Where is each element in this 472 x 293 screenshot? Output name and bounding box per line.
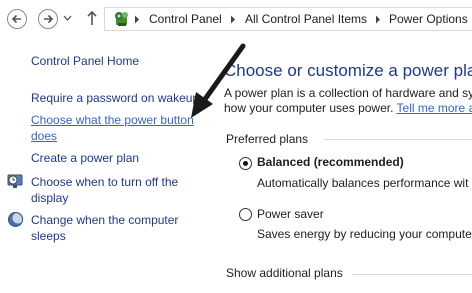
- radio-selected-dot: [243, 161, 248, 166]
- breadcrumb-separator-icon: [231, 15, 235, 24]
- control-panel-icon: [115, 12, 128, 26]
- chevron-down-icon[interactable]: [63, 14, 72, 22]
- section-divider: [324, 139, 472, 140]
- control-panel-home-link[interactable]: Control Panel Home: [31, 53, 139, 69]
- forward-button[interactable]: [38, 9, 58, 29]
- description-text: how your computer uses power.: [224, 101, 394, 115]
- show-additional-plans-toggle[interactable]: Show additional plans: [226, 266, 343, 280]
- forward-arrow-icon: [44, 14, 54, 24]
- clock-monitor-icon: [7, 174, 23, 188]
- up-arrow-icon[interactable]: [86, 10, 98, 26]
- breadcrumb-all-items[interactable]: All Control Panel Items: [245, 12, 367, 26]
- balanced-plan-name[interactable]: Balanced (recommended): [257, 155, 404, 169]
- balanced-radio[interactable]: [239, 157, 252, 170]
- breadcrumb-power-options[interactable]: Power Options: [389, 12, 468, 26]
- back-button[interactable]: [7, 9, 27, 29]
- preferred-plans-heading: Preferred plans: [226, 132, 309, 146]
- change-sleep-link[interactable]: Change when the computer: [31, 212, 178, 228]
- address-field[interactable]: Control Panel All Control Panel Items Po…: [104, 7, 472, 31]
- turn-off-display-link[interactable]: Choose when to turn off the: [31, 174, 178, 190]
- page-title: Choose or customize a power plan: [224, 61, 472, 80]
- power-saver-radio[interactable]: [239, 208, 252, 221]
- moon-sleep-icon: [8, 212, 24, 227]
- breadcrumb-control-panel[interactable]: Control Panel: [149, 12, 222, 26]
- create-power-plan-link[interactable]: Create a power plan: [31, 150, 139, 166]
- require-password-link[interactable]: Require a password on wakeup: [31, 90, 199, 106]
- description-line-1: A power plan is a collection of hardware…: [224, 86, 472, 100]
- main-content: Choose or customize a power plan A power…: [214, 38, 472, 293]
- additional-plans-divider: [352, 274, 472, 275]
- left-task-pane: Control Panel Home Require a password on…: [0, 38, 214, 293]
- breadcrumb-separator-icon: [376, 15, 380, 24]
- breadcrumb-separator-icon: [135, 15, 139, 24]
- turn-off-display-link-line2[interactable]: display: [31, 190, 68, 206]
- power-saver-plan-description: Saves energy by reducing your computer: [257, 227, 472, 241]
- back-arrow-icon: [11, 14, 21, 24]
- navigation-bar: Control Panel All Control Panel Items Po…: [0, 0, 472, 38]
- change-sleep-link-line2[interactable]: sleeps: [31, 228, 66, 244]
- power-saver-plan-name[interactable]: Power saver: [257, 207, 324, 221]
- power-button-link[interactable]: Choose what the power button: [31, 112, 194, 128]
- power-button-link-line2[interactable]: does: [31, 128, 57, 144]
- description-line-2: how your computer uses power. Tell me mo…: [224, 101, 472, 116]
- tell-me-more-link[interactable]: Tell me more a: [397, 101, 472, 115]
- balanced-plan-description: Automatically balances performance wit: [257, 176, 469, 190]
